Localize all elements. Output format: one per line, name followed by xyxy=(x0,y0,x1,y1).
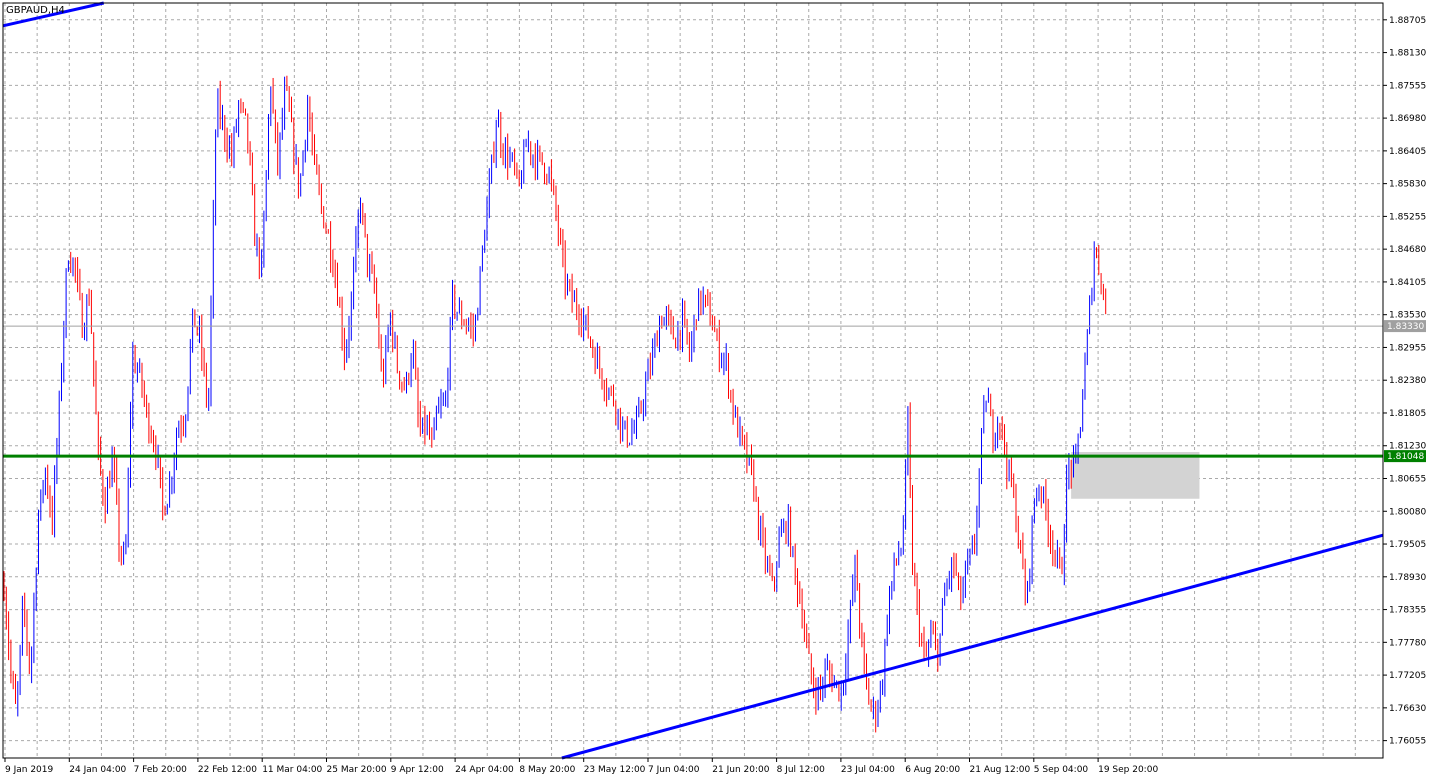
y-tick-label: 1.83530 xyxy=(1389,311,1426,321)
x-tick-label: 25 Mar 20:00 xyxy=(327,765,387,775)
x-tick-label: 6 Aug 20:00 xyxy=(905,765,960,775)
x-tick-label: 8 Jul 12:00 xyxy=(777,765,826,775)
y-tick-label: 1.82380 xyxy=(1389,376,1426,386)
y-tick-label: 1.77205 xyxy=(1389,671,1426,681)
x-tick-label: 8 May 20:00 xyxy=(519,765,575,775)
candlestick-chart[interactable]: 1.88705 1.88130 1.87555 1.86980 1.86405 1.858… xyxy=(0,0,1436,779)
y-tick-label: 1.77780 xyxy=(1389,638,1426,648)
x-tick-label: 24 Jan 04:00 xyxy=(69,765,126,775)
y-tick-label: 1.87555 xyxy=(1389,81,1426,91)
y-tick-label: 1.88705 xyxy=(1389,16,1426,26)
y-tick-label: 1.86405 xyxy=(1389,147,1426,157)
chart-window[interactable]: 1.88705 1.88130 1.87555 1.86980 1.86405 1.858… xyxy=(0,0,1436,779)
x-tick-label: 9 Apr 12:00 xyxy=(391,765,444,775)
x-tick-label: 7 Feb 20:00 xyxy=(134,765,188,775)
x-tick-label: 5 Sep 04:00 xyxy=(1034,765,1089,775)
y-tick-label: 1.82955 xyxy=(1389,343,1426,353)
y-tick-label: 1.78930 xyxy=(1389,573,1426,583)
y-tick-label: 1.85255 xyxy=(1389,212,1426,222)
y-tick-label: 1.81805 xyxy=(1389,409,1426,419)
y-tick-label: 1.85830 xyxy=(1389,180,1426,190)
current-price-label: 1.83330 xyxy=(1387,322,1424,332)
x-tick-label: 22 Feb 12:00 xyxy=(198,765,257,775)
x-tick-label: 23 Jul 04:00 xyxy=(841,765,895,775)
y-tick-label: 1.80080 xyxy=(1389,507,1426,517)
x-tick-label: 21 Aug 12:00 xyxy=(970,765,1031,775)
y-tick-label: 1.84680 xyxy=(1389,245,1426,255)
y-tick-label: 1.84105 xyxy=(1389,278,1426,288)
y-tick-label: 1.76055 xyxy=(1389,737,1426,747)
x-tick-label: 11 Mar 04:00 xyxy=(262,765,322,775)
x-tick-label: 21 Jun 20:00 xyxy=(712,765,769,775)
x-tick-label: 19 Sep 20:00 xyxy=(1098,765,1158,775)
y-tick-label: 1.78355 xyxy=(1389,606,1426,616)
x-tick-label: 23 May 12:00 xyxy=(584,765,646,775)
y-tick-label: 1.80655 xyxy=(1389,475,1426,485)
x-tick-label: 9 Jan 2019 xyxy=(5,765,53,775)
y-tick-label: 1.86980 xyxy=(1389,114,1426,124)
x-tick-label: 7 Jun 04:00 xyxy=(648,765,700,775)
y-tick-label: 1.88130 xyxy=(1389,49,1426,59)
support-price-label: 1.81048 xyxy=(1387,452,1424,462)
x-tick-label: 24 Apr 04:00 xyxy=(455,765,514,775)
lower-trendline[interactable] xyxy=(561,533,1384,760)
y-tick-label: 1.76630 xyxy=(1389,704,1426,714)
chart-symbol-label: GBPAUD,H4 xyxy=(6,5,65,16)
grey-zone-rectangle xyxy=(1071,452,1200,499)
y-tick-label: 1.79505 xyxy=(1389,540,1426,550)
